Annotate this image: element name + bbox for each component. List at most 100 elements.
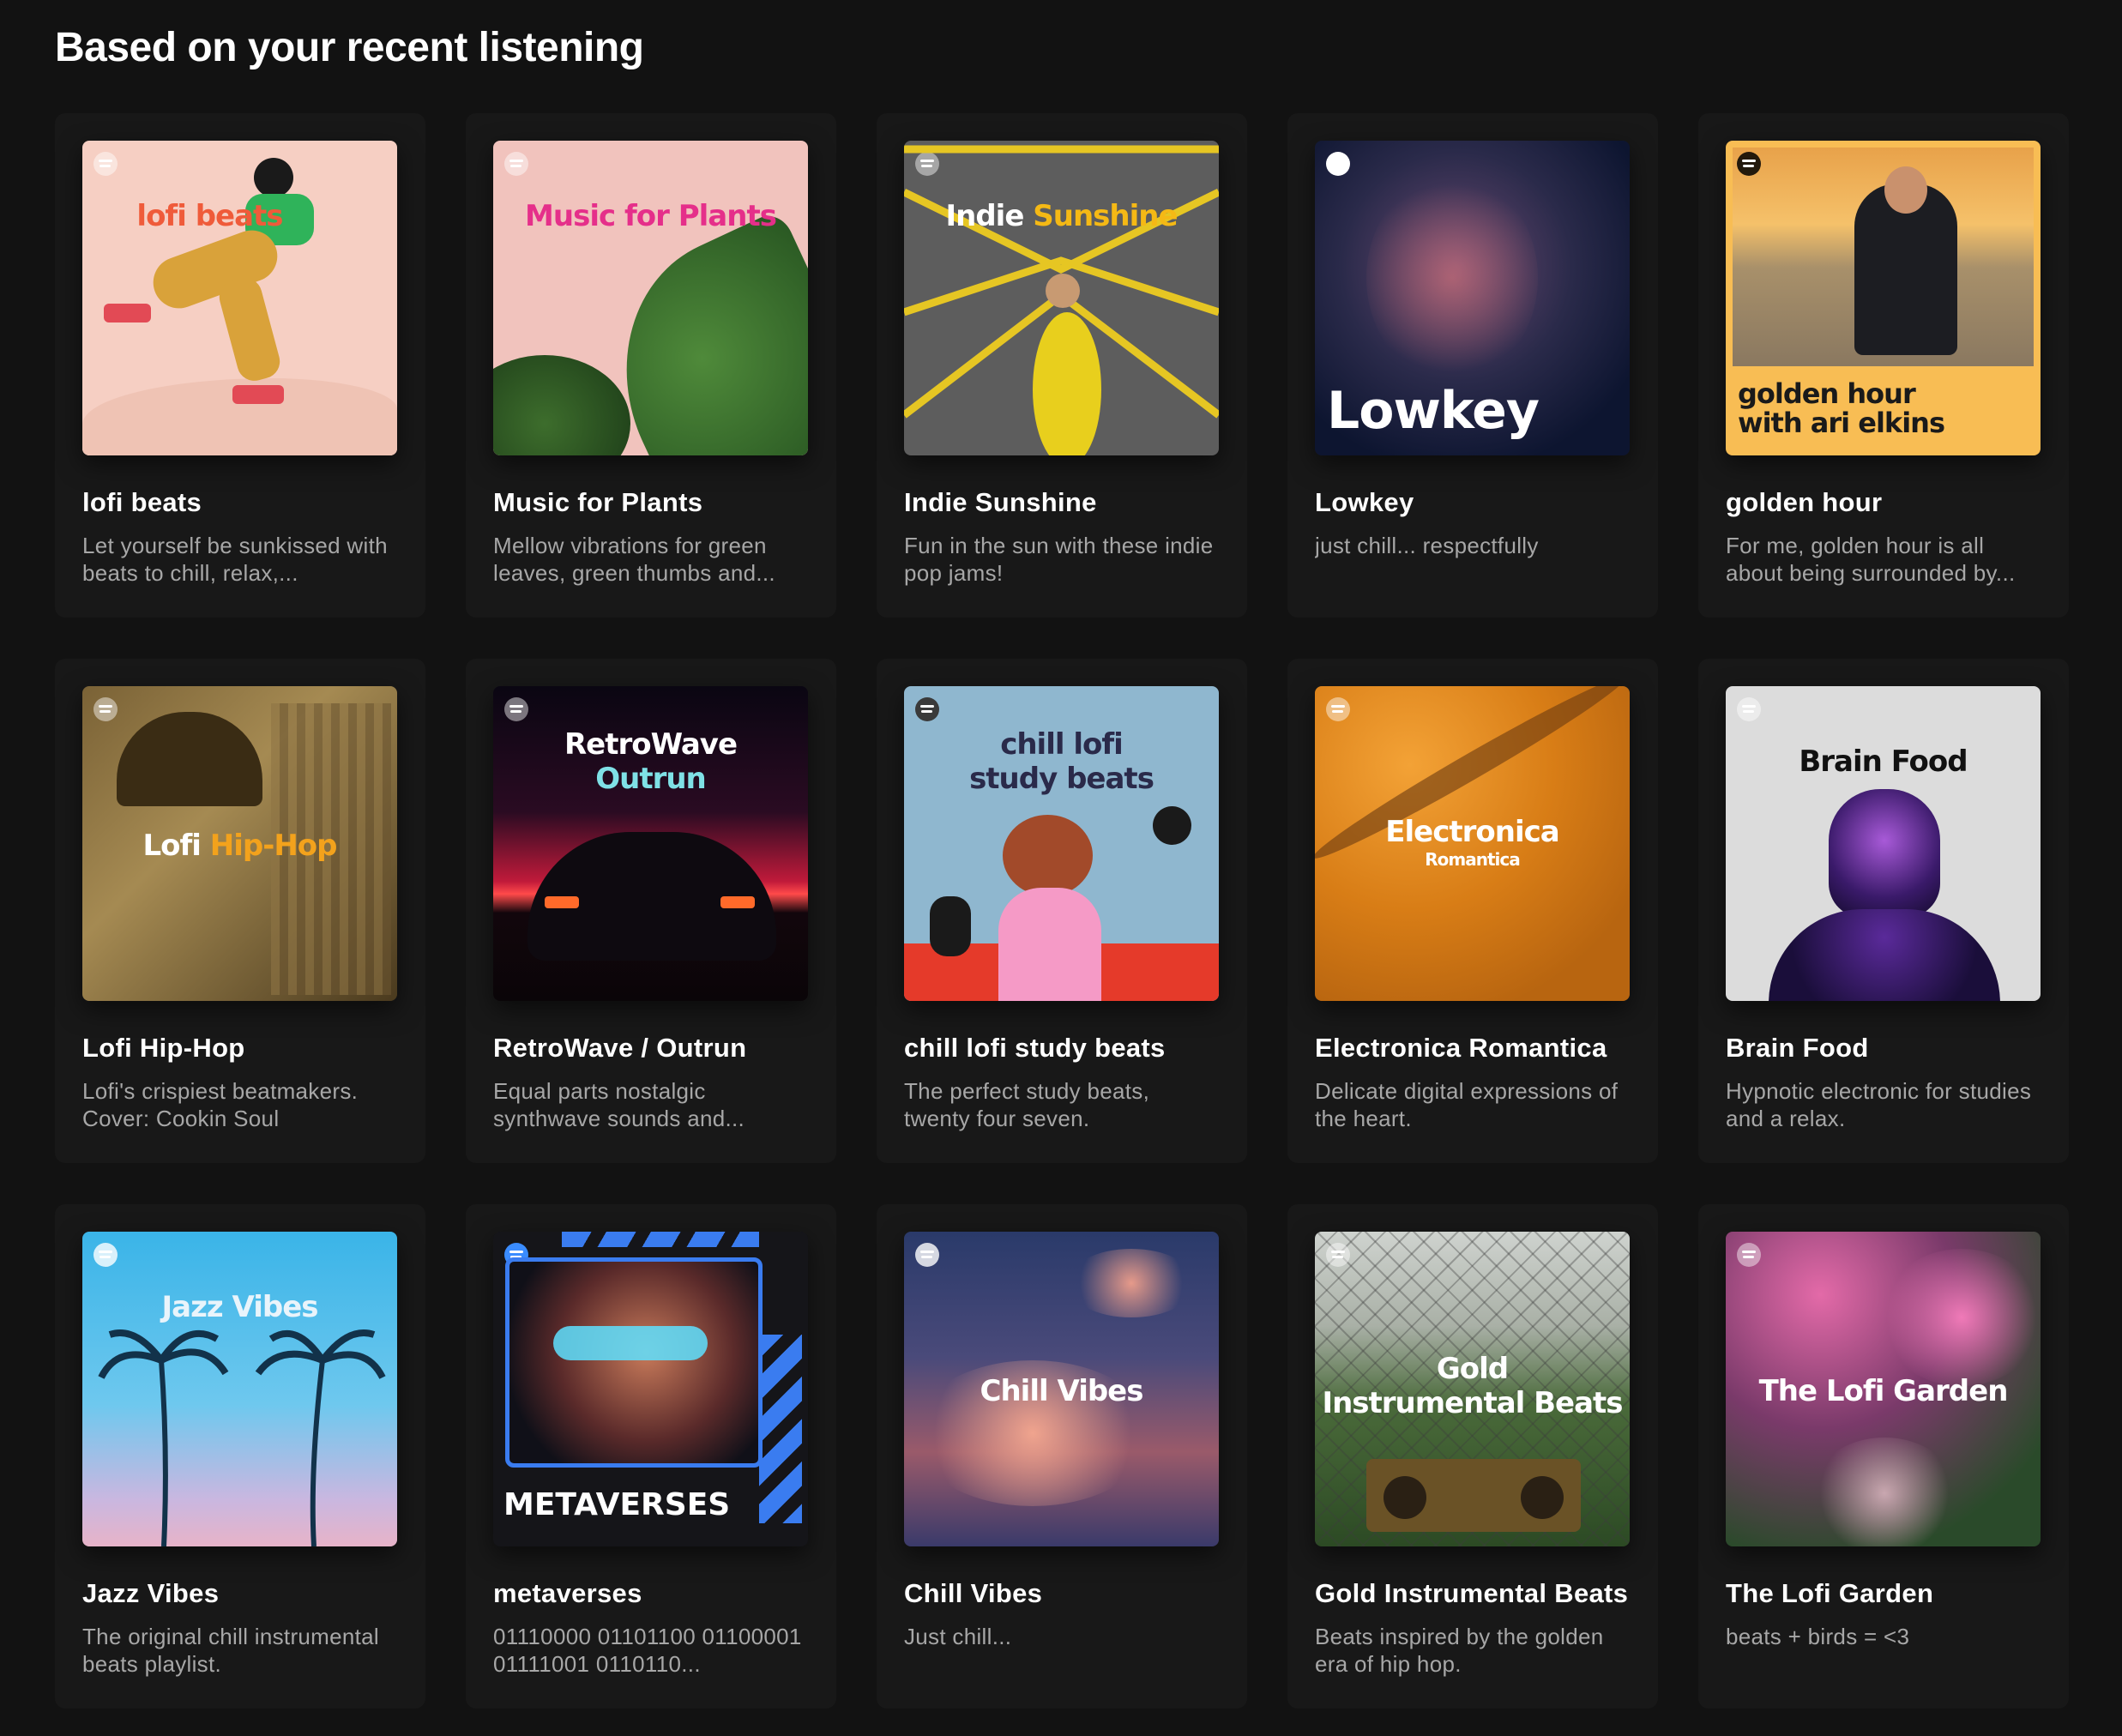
cover-title-line: Instrumental Beats xyxy=(1322,1386,1623,1420)
cover-title-part: Sunshine xyxy=(1033,199,1178,233)
spotify-logo-icon xyxy=(1326,697,1350,721)
cover-title: Chill Vibes xyxy=(980,1374,1144,1408)
cover-title-line: study beats xyxy=(969,762,1154,796)
cover-title-part: Indie xyxy=(945,199,1024,233)
card-title[interactable]: Brain Food xyxy=(1726,1033,2041,1064)
cover-title: Gold Instrumental Beats xyxy=(1315,1352,1630,1420)
spotify-logo-icon xyxy=(915,1243,939,1267)
cover-title-line: Electronica xyxy=(1385,815,1559,849)
cover-title: Lowkey xyxy=(1327,381,1540,441)
playlist-card[interactable]: golden hour with ari elkins golden hour … xyxy=(1698,113,2069,618)
card-description: Lofi's crispiest beatmakers. Cover: Cook… xyxy=(82,1078,359,1131)
spotify-logo-icon xyxy=(504,152,528,176)
card-title[interactable]: Electronica Romantica xyxy=(1315,1033,1631,1064)
playlist-card[interactable]: lofi beats lofi beats Let yourself be su… xyxy=(55,113,425,618)
playlist-cover[interactable]: Indie Sunshine xyxy=(904,141,1219,455)
playlist-cover[interactable]: METAVERSES xyxy=(493,1232,808,1546)
playlist-card[interactable]: METAVERSES metaverses 01110000 01101100 … xyxy=(466,1204,836,1709)
playlist-card[interactable]: Chill Vibes Chill Vibes Just chill... xyxy=(877,1204,1247,1709)
playlist-cover[interactable]: Lowkey xyxy=(1315,141,1630,455)
card-description: Mellow vibrations for green leaves, gree… xyxy=(493,533,775,586)
cover-title-line: with ari elkins xyxy=(1738,407,1945,439)
playlist-card[interactable]: Brain Food Brain Food Hypnotic electroni… xyxy=(1698,659,2069,1163)
card-description: 01110000 01101100 01100001 01111001 0110… xyxy=(493,1624,802,1677)
playlist-card[interactable]: Lowkey Lowkey just chill... respectfully xyxy=(1287,113,1658,618)
card-title[interactable]: RetroWave / Outrun xyxy=(493,1033,809,1064)
spotify-logo-icon xyxy=(1737,697,1761,721)
cover-title: chill lofi study beats xyxy=(904,727,1219,796)
cover-title-line: chill lofi xyxy=(1000,727,1124,762)
card-description: just chill... respectfully xyxy=(1315,533,1539,558)
playlist-card[interactable]: Gold Instrumental Beats Gold Instrumenta… xyxy=(1287,1204,1658,1709)
card-title[interactable]: lofi beats xyxy=(82,487,398,518)
cover-title-line: Gold xyxy=(1436,1352,1509,1386)
card-description: Equal parts nostalgic synthwave sounds a… xyxy=(493,1078,745,1131)
spotify-logo-icon xyxy=(1326,1243,1350,1267)
playlist-grid: lofi beats lofi beats Let yourself be su… xyxy=(55,113,2069,1709)
cover-title-line: Romantica xyxy=(1425,849,1520,870)
card-title[interactable]: Gold Instrumental Beats xyxy=(1315,1578,1631,1609)
playlist-cover[interactable]: golden hour with ari elkins xyxy=(1726,141,2041,455)
card-title[interactable]: Lofi Hip-Hop xyxy=(82,1033,398,1064)
cover-title: RetroWave Outrun xyxy=(493,727,808,796)
cover-title: Brain Food xyxy=(1799,744,1968,779)
playlist-cover[interactable]: Jazz Vibes xyxy=(82,1232,397,1546)
section-title[interactable]: Based on your recent listening xyxy=(55,24,644,71)
playlist-card[interactable]: Lofi Hip-Hop Lofi Hip-Hop Lofi's crispie… xyxy=(55,659,425,1163)
palm-trees-artwork xyxy=(98,1329,386,1546)
playlist-card[interactable]: Music for Plants Music for Plants Mellow… xyxy=(466,113,836,618)
playlist-card[interactable]: chill lofi study beats chill lofi study … xyxy=(877,659,1247,1163)
card-description: Beats inspired by the golden era of hip … xyxy=(1315,1624,1604,1677)
playlist-cover[interactable]: Electronica Romantica xyxy=(1315,686,1630,1001)
card-title[interactable]: Indie Sunshine xyxy=(904,487,1220,518)
card-title[interactable]: Chill Vibes xyxy=(904,1578,1220,1609)
cover-title-line: RetroWave xyxy=(564,727,738,762)
card-title[interactable]: The Lofi Garden xyxy=(1726,1578,2041,1609)
card-description: Fun in the sun with these indie pop jams… xyxy=(904,533,1214,586)
playlist-cover[interactable]: chill lofi study beats xyxy=(904,686,1219,1001)
cover-title: METAVERSES xyxy=(503,1487,731,1522)
spotify-logo-icon xyxy=(504,697,528,721)
playlist-cover[interactable]: Music for Plants xyxy=(493,141,808,455)
playlist-card[interactable]: RetroWave Outrun RetroWave / Outrun Equa… xyxy=(466,659,836,1163)
cover-title: lofi beats xyxy=(136,199,283,233)
playlist-cover[interactable]: Chill Vibes xyxy=(904,1232,1219,1546)
card-title[interactable]: Lowkey xyxy=(1315,487,1631,518)
card-description: The original chill instrumental beats pl… xyxy=(82,1624,380,1677)
playlist-cover[interactable]: Lofi Hip-Hop xyxy=(82,686,397,1001)
cover-title: Jazz Vibes xyxy=(161,1290,318,1324)
playlist-cover[interactable]: Brain Food xyxy=(1726,686,2041,1001)
playlist-cover[interactable]: The Lofi Garden xyxy=(1726,1232,2041,1546)
playlist-card[interactable]: The Lofi Garden The Lofi Garden beats + … xyxy=(1698,1204,2069,1709)
cover-title: The Lofi Garden xyxy=(1758,1374,2009,1408)
spotify-logo-icon xyxy=(93,152,118,176)
card-title[interactable]: chill lofi study beats xyxy=(904,1033,1220,1064)
playlist-cover[interactable]: Gold Instrumental Beats xyxy=(1315,1232,1630,1546)
card-description: For me, golden hour is all about being s… xyxy=(1726,533,2016,586)
cover-artwork xyxy=(904,145,1219,455)
card-description: Let yourself be sunkissed with beats to … xyxy=(82,533,388,586)
card-description: Just chill... xyxy=(904,1624,1012,1649)
cover-title-line: golden hour xyxy=(1738,377,1916,410)
cover-title: golden hour with ari elkins xyxy=(1738,379,2041,437)
card-description: Delicate digital expressions of the hear… xyxy=(1315,1078,1619,1131)
playlist-card[interactable]: Jazz Vibes Jazz Vibes The original chill… xyxy=(55,1204,425,1709)
spotify-logo-icon xyxy=(1737,1243,1761,1267)
cover-title: Music for Plants xyxy=(525,199,777,233)
card-description: beats + birds = <3 xyxy=(1726,1624,1910,1649)
cover-title-part: Lofi xyxy=(142,829,201,863)
spotify-logo-icon xyxy=(915,697,939,721)
spotify-logo-icon xyxy=(1326,152,1350,176)
cover-title: Indie Sunshine xyxy=(904,199,1219,233)
playlist-card[interactable]: Electronica Romantica Electronica Romant… xyxy=(1287,659,1658,1163)
playlist-cover[interactable]: lofi beats xyxy=(82,141,397,455)
playlist-cover[interactable]: RetroWave Outrun xyxy=(493,686,808,1001)
card-title[interactable]: golden hour xyxy=(1726,487,2041,518)
spotify-logo-icon xyxy=(1737,152,1761,176)
cover-title-part: Hip-Hop xyxy=(209,829,338,863)
cover-title-line: Outrun xyxy=(595,762,707,796)
playlist-card[interactable]: Indie Sunshine Indie Sunshine Fun in the… xyxy=(877,113,1247,618)
card-title[interactable]: Jazz Vibes xyxy=(82,1578,398,1609)
card-title[interactable]: Music for Plants xyxy=(493,487,809,518)
card-title[interactable]: metaverses xyxy=(493,1578,809,1609)
